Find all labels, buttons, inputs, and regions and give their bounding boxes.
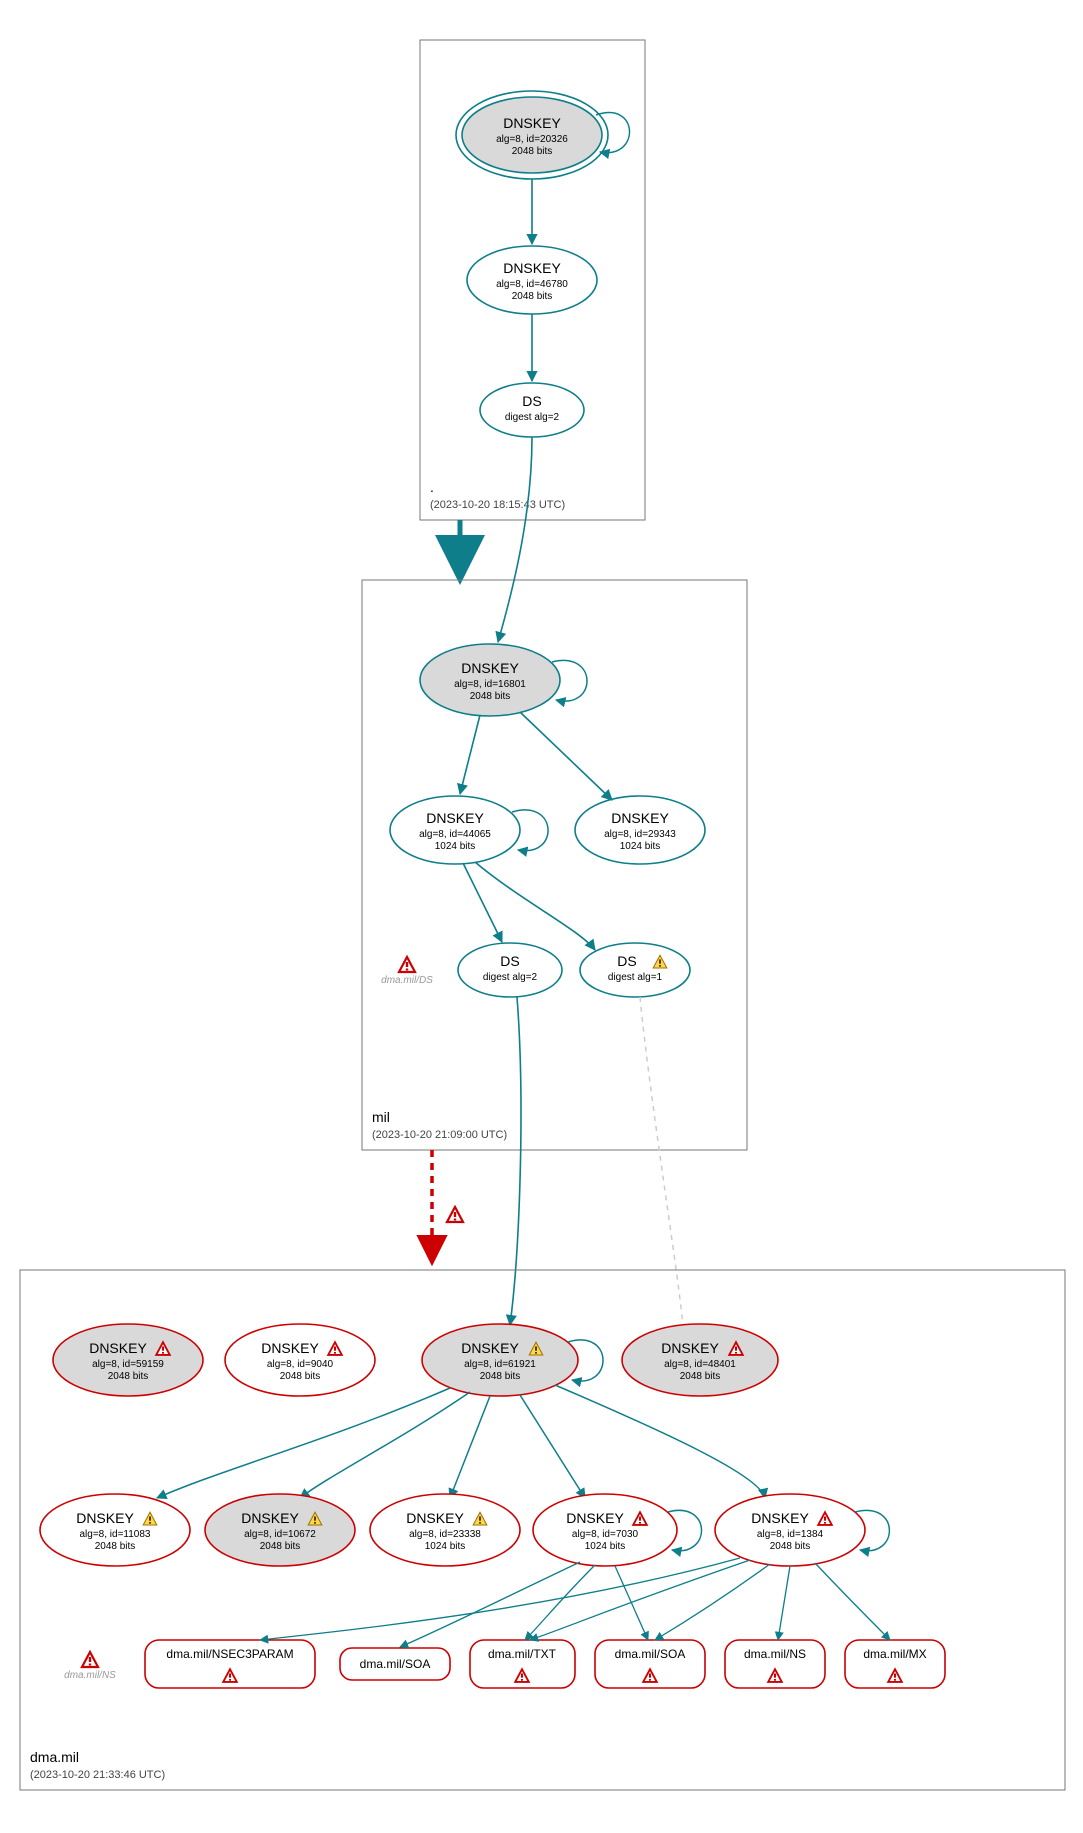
zone-dma-ts: (2023-10-20 21:33:46 UTC) [30, 1769, 165, 1781]
warn-icon-deleg [447, 1207, 463, 1222]
svg-text:DS: DS [522, 393, 541, 409]
dnskey-dma-48401: DNSKEY alg=8, id=48401 2048 bits [622, 1324, 778, 1396]
svg-text:DNSKEY: DNSKEY [241, 1510, 299, 1526]
svg-text:alg=8, id=1384: alg=8, id=1384 [757, 1529, 824, 1540]
zone-dma-label: dma.mil [30, 1749, 79, 1765]
svg-text:dma.mil/NSEC3PARAM: dma.mil/NSEC3PARAM [166, 1647, 293, 1661]
dnskey-dma-59159: DNSKEY alg=8, id=59159 2048 bits [53, 1324, 203, 1396]
svg-text:digest alg=2: digest alg=2 [483, 972, 538, 983]
ds-mil-1: DS digest alg=2 [458, 943, 562, 997]
svg-text:DS: DS [500, 953, 519, 969]
svg-text:alg=8, id=20326: alg=8, id=20326 [496, 134, 568, 145]
edge-milksk-zsk1 [460, 715, 480, 794]
svg-text:2048 bits: 2048 bits [95, 1541, 136, 1552]
error-dma-ns: dma.mil/NS [64, 1652, 116, 1681]
svg-text:DNSKEY: DNSKEY [503, 260, 561, 276]
svg-text:DNSKEY: DNSKEY [89, 1340, 147, 1356]
svg-text:1024 bits: 1024 bits [425, 1541, 466, 1552]
svg-text:DNSKEY: DNSKEY [461, 660, 519, 676]
svg-text:dma.mil/SOA: dma.mil/SOA [615, 1647, 686, 1661]
zone-mil: mil (2023-10-20 21:09:00 UTC) DNSKEY alg… [362, 437, 747, 1150]
svg-text:alg=8, id=61921: alg=8, id=61921 [464, 1359, 536, 1370]
dnskey-dma-23338: DNSKEY alg=8, id=23338 1024 bits [370, 1494, 520, 1566]
svg-text:dma.mil/NS: dma.mil/NS [64, 1670, 116, 1681]
ds-mil-2: DS digest alg=1 [580, 943, 690, 997]
rrset-soa-2: dma.mil/SOA [595, 1640, 705, 1688]
rrset-mx: dma.mil/MX [845, 1640, 945, 1688]
ds-root: DS digest alg=2 [480, 383, 584, 437]
edge-milzsk1-ds2 [475, 862, 595, 950]
svg-text:dma.mil/TXT: dma.mil/TXT [488, 1647, 557, 1661]
svg-text:2048 bits: 2048 bits [770, 1541, 811, 1552]
dnskey-mil-zsk1: DNSKEY alg=8, id=44065 1024 bits [390, 796, 520, 864]
dnskey-dma-11083: DNSKEY alg=8, id=11083 2048 bits [40, 1494, 190, 1566]
dnskey-mil-zsk2: DNSKEY alg=8, id=29343 1024 bits [575, 796, 705, 864]
svg-text:2048 bits: 2048 bits [512, 291, 553, 302]
svg-text:digest alg=2: digest alg=2 [505, 412, 560, 423]
dnskey-dma-10672: DNSKEY alg=8, id=10672 2048 bits [205, 1494, 355, 1566]
svg-text:alg=8, id=9040: alg=8, id=9040 [267, 1359, 334, 1370]
zone-dma: dma.mil (2023-10-20 21:33:46 UTC) DNSKEY… [20, 1270, 1065, 1790]
svg-text:2048 bits: 2048 bits [280, 1371, 321, 1382]
svg-text:alg=8, id=29343: alg=8, id=29343 [604, 829, 676, 840]
svg-text:1024 bits: 1024 bits [585, 1541, 626, 1552]
svg-text:alg=8, id=23338: alg=8, id=23338 [409, 1529, 481, 1540]
svg-text:DNSKEY: DNSKEY [76, 1510, 134, 1526]
dnskey-dma-61921: DNSKEY alg=8, id=61921 2048 bits [422, 1324, 578, 1396]
zone-mil-ts: (2023-10-20 21:09:00 UTC) [372, 1129, 507, 1141]
svg-text:2048 bits: 2048 bits [680, 1371, 721, 1382]
dnskey-mil-ksk: DNSKEY alg=8, id=16801 2048 bits [420, 644, 560, 716]
edge-milzsk1-ds1 [463, 863, 502, 942]
svg-text:alg=8, id=10672: alg=8, id=10672 [244, 1529, 316, 1540]
svg-text:dma.mil/SOA: dma.mil/SOA [360, 1657, 431, 1671]
svg-text:DS: DS [617, 953, 636, 969]
dnskey-dma-1384: DNSKEY alg=8, id=1384 2048 bits [715, 1494, 865, 1566]
svg-text:1024 bits: 1024 bits [620, 841, 661, 852]
svg-text:2048 bits: 2048 bits [260, 1541, 301, 1552]
error-dma-ds: dma.mil/DS [381, 957, 433, 986]
dnskey-root-ksk: DNSKEY alg=8, id=20326 2048 bits [456, 91, 608, 179]
rrset-nsec3param: dma.mil/NSEC3PARAM [145, 1640, 315, 1688]
svg-text:DNSKEY: DNSKEY [503, 115, 561, 131]
zone-mil-label: mil [372, 1109, 390, 1125]
svg-text:alg=8, id=7030: alg=8, id=7030 [572, 1529, 639, 1540]
svg-text:alg=8, id=48401: alg=8, id=48401 [664, 1359, 736, 1370]
svg-text:DNSKEY: DNSKEY [566, 1510, 624, 1526]
svg-text:alg=8, id=46780: alg=8, id=46780 [496, 279, 568, 290]
svg-text:1024 bits: 1024 bits [435, 841, 476, 852]
dnssec-graph: . (2023-10-20 18:15:43 UTC) DNSKEY alg=8… [0, 0, 1083, 1833]
svg-text:alg=8, id=59159: alg=8, id=59159 [92, 1359, 164, 1370]
rrset-soa-1: dma.mil/SOA [340, 1648, 450, 1680]
svg-text:DNSKEY: DNSKEY [426, 810, 484, 826]
svg-text:digest alg=1: digest alg=1 [608, 972, 663, 983]
svg-text:2048 bits: 2048 bits [480, 1371, 521, 1382]
rrset-ns: dma.mil/NS [725, 1640, 825, 1688]
dnskey-dma-7030: DNSKEY alg=8, id=7030 1024 bits [533, 1494, 677, 1566]
svg-text:dma.mil/NS: dma.mil/NS [744, 1647, 806, 1661]
edge-rootds-milksk [498, 437, 532, 642]
svg-text:alg=8, id=11083: alg=8, id=11083 [80, 1529, 151, 1540]
svg-text:DNSKEY: DNSKEY [261, 1340, 319, 1356]
svg-text:dma.mil/DS: dma.mil/DS [381, 975, 433, 986]
svg-text:2048 bits: 2048 bits [470, 691, 511, 702]
edge-milksk-zsk2 [520, 712, 612, 800]
svg-text:2048 bits: 2048 bits [512, 146, 553, 157]
svg-text:DNSKEY: DNSKEY [406, 1510, 464, 1526]
svg-text:2048 bits: 2048 bits [108, 1371, 149, 1382]
svg-text:alg=8, id=44065: alg=8, id=44065 [419, 829, 491, 840]
edge-ds1-dmak3 [510, 997, 521, 1325]
edge-ds2-dmak4 [640, 997, 683, 1325]
svg-text:dma.mil/MX: dma.mil/MX [863, 1647, 926, 1661]
zone-root-label: . [430, 479, 434, 495]
dnskey-dma-9040: DNSKEY alg=8, id=9040 2048 bits [225, 1324, 375, 1396]
dnskey-root-zsk: DNSKEY alg=8, id=46780 2048 bits [467, 246, 597, 314]
svg-text:alg=8, id=16801: alg=8, id=16801 [454, 679, 526, 690]
svg-text:DNSKEY: DNSKEY [751, 1510, 809, 1526]
svg-text:DNSKEY: DNSKEY [661, 1340, 719, 1356]
svg-text:DNSKEY: DNSKEY [461, 1340, 519, 1356]
svg-text:DNSKEY: DNSKEY [611, 810, 669, 826]
zone-root-ts: (2023-10-20 18:15:43 UTC) [430, 499, 565, 511]
rrset-txt: dma.mil/TXT [470, 1640, 575, 1688]
